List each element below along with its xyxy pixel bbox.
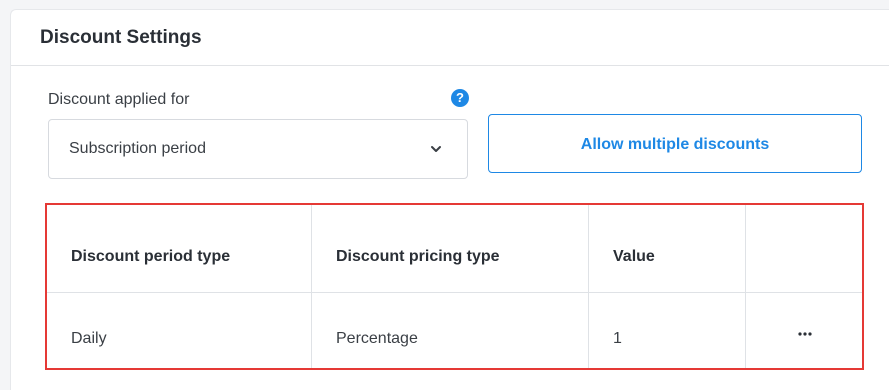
column-header-value: Value	[613, 248, 655, 265]
help-icon[interactable]: ?	[451, 89, 469, 107]
column-header-period-type: Discount period type	[71, 248, 231, 265]
cell-pricing-type: Percentage	[336, 330, 418, 347]
cell-value: 1	[613, 330, 622, 347]
card-title: Discount Settings	[40, 27, 202, 48]
chevron-down-icon	[431, 146, 441, 152]
discount-settings-card: Discount Settings Discount applied for ?…	[10, 9, 889, 390]
column-divider	[311, 205, 312, 368]
column-divider	[745, 205, 746, 368]
discount-applied-for-select[interactable]: Subscription period	[48, 119, 468, 179]
column-header-pricing-type: Discount pricing type	[336, 248, 500, 265]
allow-multiple-discounts-button[interactable]: Allow multiple discounts	[488, 114, 862, 173]
column-divider	[588, 205, 589, 368]
more-horizontal-icon[interactable]	[795, 324, 815, 344]
cell-period-type: Daily	[71, 330, 107, 347]
discount-table: Discount period type Discount pricing ty…	[45, 203, 864, 370]
discount-applied-for-label: Discount applied for	[48, 91, 190, 108]
card-header: Discount Settings	[11, 10, 889, 66]
row-divider	[47, 292, 862, 293]
discount-applied-for-value: Subscription period	[69, 140, 206, 157]
